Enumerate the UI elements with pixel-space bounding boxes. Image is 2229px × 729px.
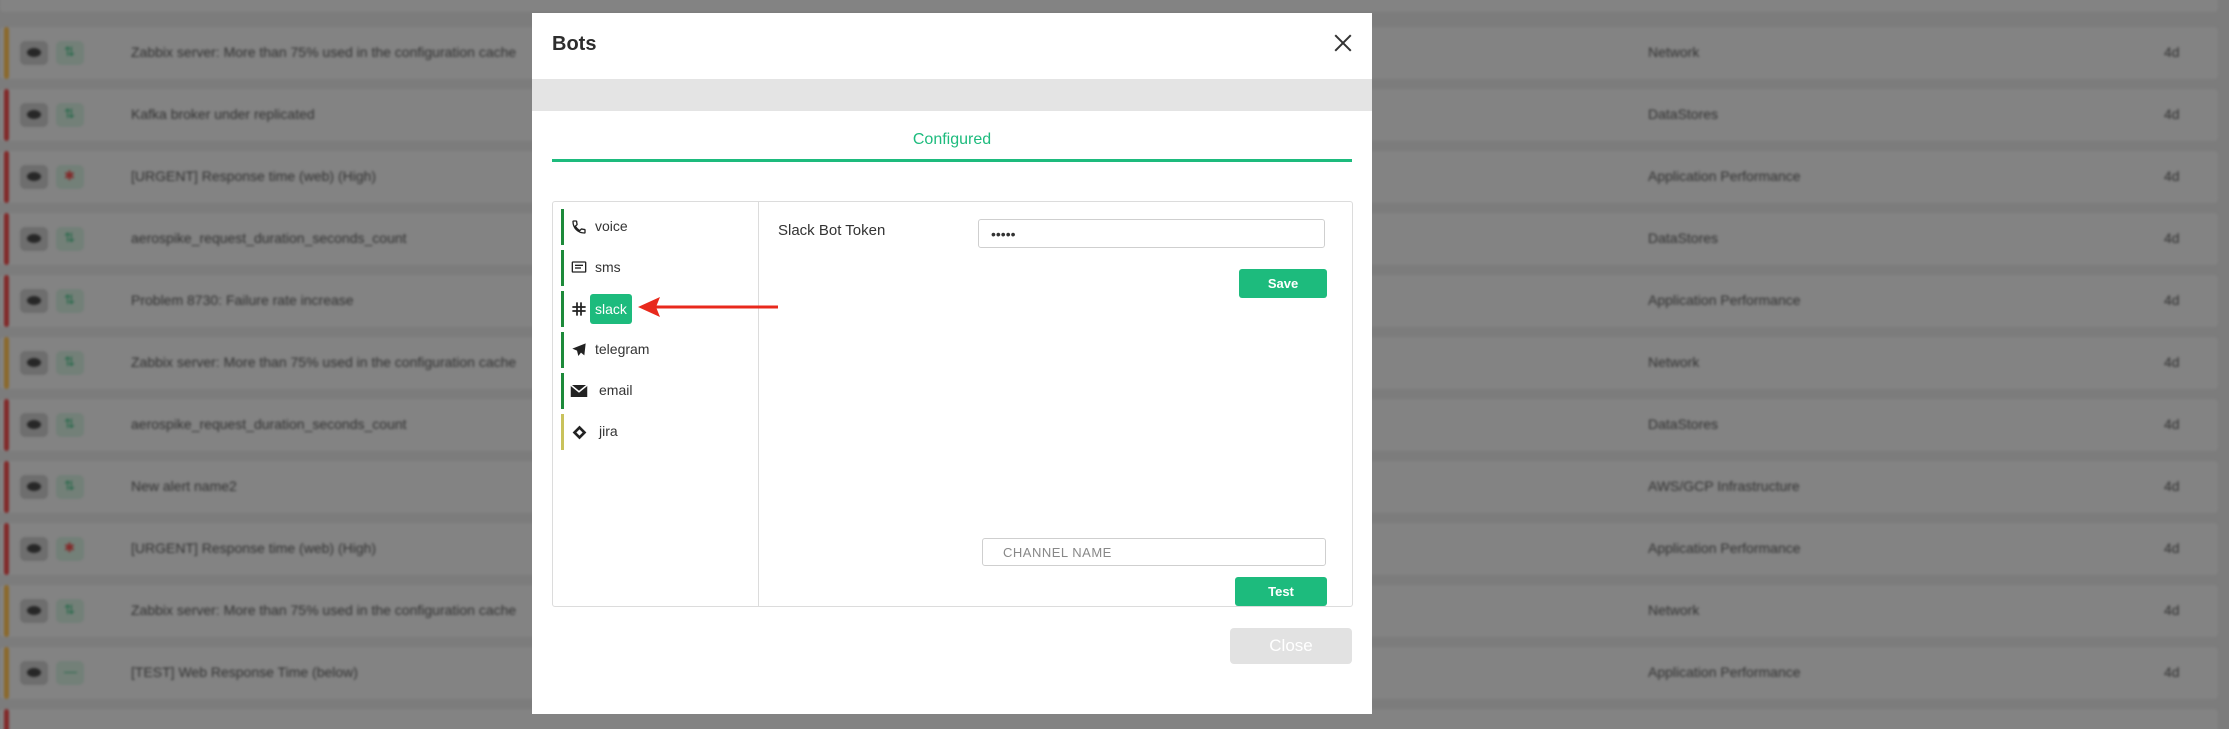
message-icon — [570, 259, 588, 277]
phone-icon — [570, 218, 588, 236]
bot-list: voice sms slack telegram email jira — [553, 202, 759, 606]
bot-item-label: sms — [595, 259, 621, 275]
envelope-icon — [570, 382, 588, 400]
bot-item-voice[interactable]: voice — [561, 209, 751, 245]
slack-token-input[interactable] — [978, 219, 1325, 248]
bot-item-email[interactable]: email — [561, 373, 751, 409]
bot-item-label: voice — [595, 218, 628, 234]
channel-name-input[interactable] — [982, 538, 1326, 566]
bot-item-label: slack — [590, 294, 632, 324]
bot-item-label: email — [599, 382, 633, 398]
annotation-arrow — [638, 297, 778, 317]
bots-modal: Bots Configured voice sms slack telegram… — [532, 13, 1372, 714]
slack-icon — [570, 300, 588, 318]
token-label: Slack Bot Token — [778, 222, 886, 239]
test-button[interactable]: Test — [1235, 577, 1327, 606]
bot-item-telegram[interactable]: telegram — [561, 332, 751, 368]
close-icon[interactable] — [1329, 29, 1357, 57]
jira-icon — [570, 423, 588, 441]
close-button[interactable]: Close — [1230, 628, 1352, 664]
modal-header-band — [532, 79, 1372, 111]
bot-item-jira[interactable]: jira — [561, 414, 751, 450]
save-button[interactable]: Save — [1239, 269, 1327, 298]
bot-item-label: jira — [599, 423, 618, 439]
telegram-icon — [570, 341, 588, 359]
modal-title: Bots — [552, 33, 597, 55]
bot-item-label: telegram — [595, 341, 650, 357]
tab-configured[interactable]: Configured — [552, 131, 1352, 162]
bot-item-sms[interactable]: sms — [561, 250, 751, 286]
bots-panel: voice sms slack telegram email jira Slac… — [552, 201, 1353, 607]
